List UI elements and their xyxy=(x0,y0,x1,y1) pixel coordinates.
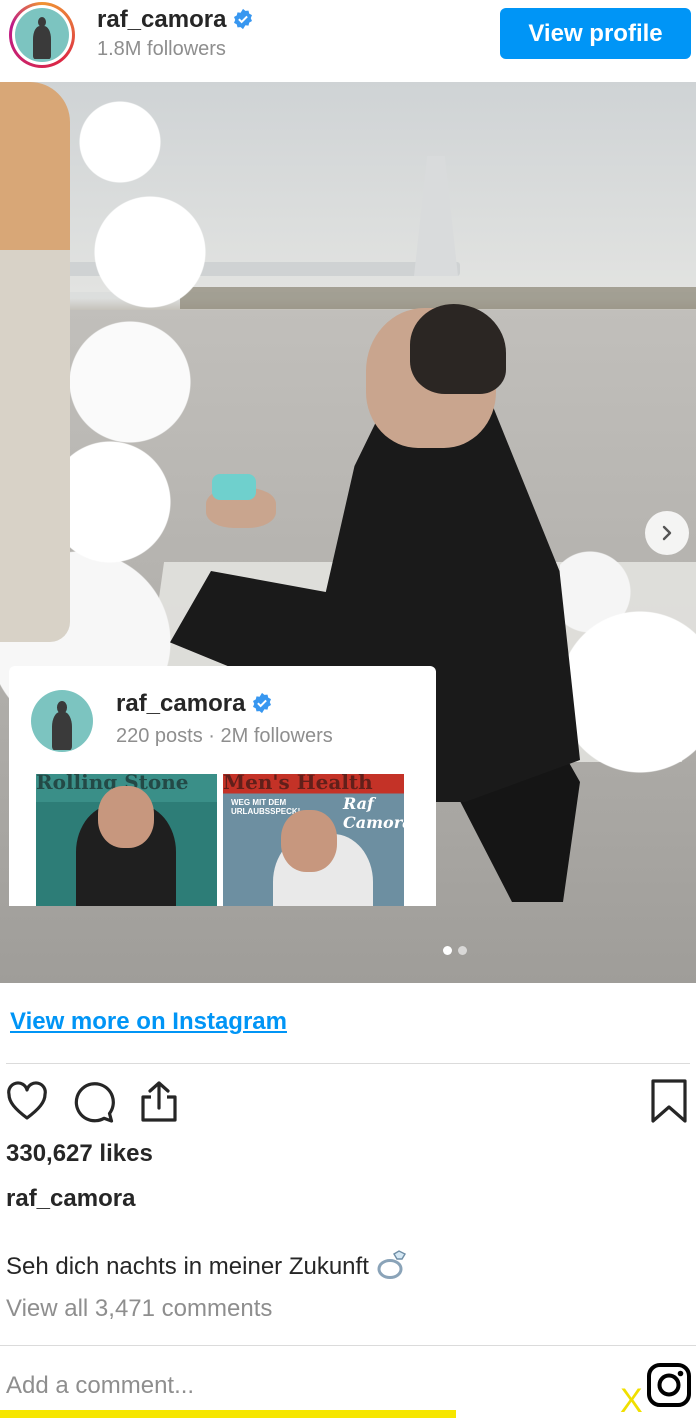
post-caption: Seh dich nachts in meiner Zukunft xyxy=(6,1250,409,1281)
thumbnail-subtitle: WEG MIT DEM URLAUBSSPECK! xyxy=(231,798,301,816)
ring-box xyxy=(212,474,256,500)
heart-icon[interactable] xyxy=(5,1080,49,1124)
thumbnail-title: Men's Health xyxy=(223,774,373,790)
verified-icon xyxy=(234,8,253,30)
avatar[interactable] xyxy=(9,2,75,68)
card-username-row[interactable]: raf_camora xyxy=(116,690,273,718)
card-avatar[interactable] xyxy=(31,690,93,752)
caption-text: Seh dich nachts in meiner Zukunft xyxy=(6,1253,369,1280)
chevron-right-icon xyxy=(662,525,672,541)
ring-icon xyxy=(377,1250,406,1279)
post-owner-username[interactable]: raf_camora xyxy=(6,1185,135,1213)
card-thumbnail[interactable]: Rolling Stone xyxy=(36,774,217,906)
divider xyxy=(6,1063,690,1064)
divider xyxy=(0,1345,696,1346)
view-profile-button[interactable]: View profile xyxy=(500,8,691,59)
flower-arrangement xyxy=(560,532,696,832)
comment-icon[interactable] xyxy=(71,1080,115,1124)
likes-count[interactable]: 330,627 likes xyxy=(6,1140,153,1168)
woman-figure xyxy=(0,82,70,642)
add-comment-input[interactable] xyxy=(6,1370,606,1402)
close-icon[interactable]: X xyxy=(620,1384,643,1418)
share-icon[interactable] xyxy=(137,1080,181,1124)
bookmark-icon[interactable] xyxy=(648,1078,690,1124)
view-all-comments-link[interactable]: View all 3,471 comments xyxy=(6,1295,272,1323)
carousel-dot xyxy=(458,946,467,955)
ad-banner-bar[interactable] xyxy=(0,1410,456,1418)
header-username-row[interactable]: raf_camora xyxy=(97,6,254,34)
carousel-indicator xyxy=(443,946,467,955)
instagram-icon[interactable] xyxy=(646,1362,692,1408)
profile-preview-card[interactable]: raf_camora 220 posts · 2M followers Roll… xyxy=(9,666,436,906)
card-username[interactable]: raf_camora xyxy=(116,690,245,717)
view-more-link[interactable]: View more on Instagram xyxy=(10,1008,287,1036)
card-thumbnail[interactable]: Men's Health WEG MIT DEM URLAUBSSPECK! R… xyxy=(223,774,404,906)
header-username[interactable]: raf_camora xyxy=(97,6,226,33)
verified-icon xyxy=(253,692,272,714)
carousel-dot xyxy=(443,946,452,955)
thumbnail-brand: Raf Camora xyxy=(343,794,404,832)
avatar-image xyxy=(15,8,69,62)
post-header: raf_camora 1.8M followers View profile xyxy=(0,0,696,82)
card-meta: 220 posts · 2M followers xyxy=(116,725,333,747)
carousel-next-button[interactable] xyxy=(645,511,689,555)
header-followers: 1.8M followers xyxy=(97,38,226,60)
